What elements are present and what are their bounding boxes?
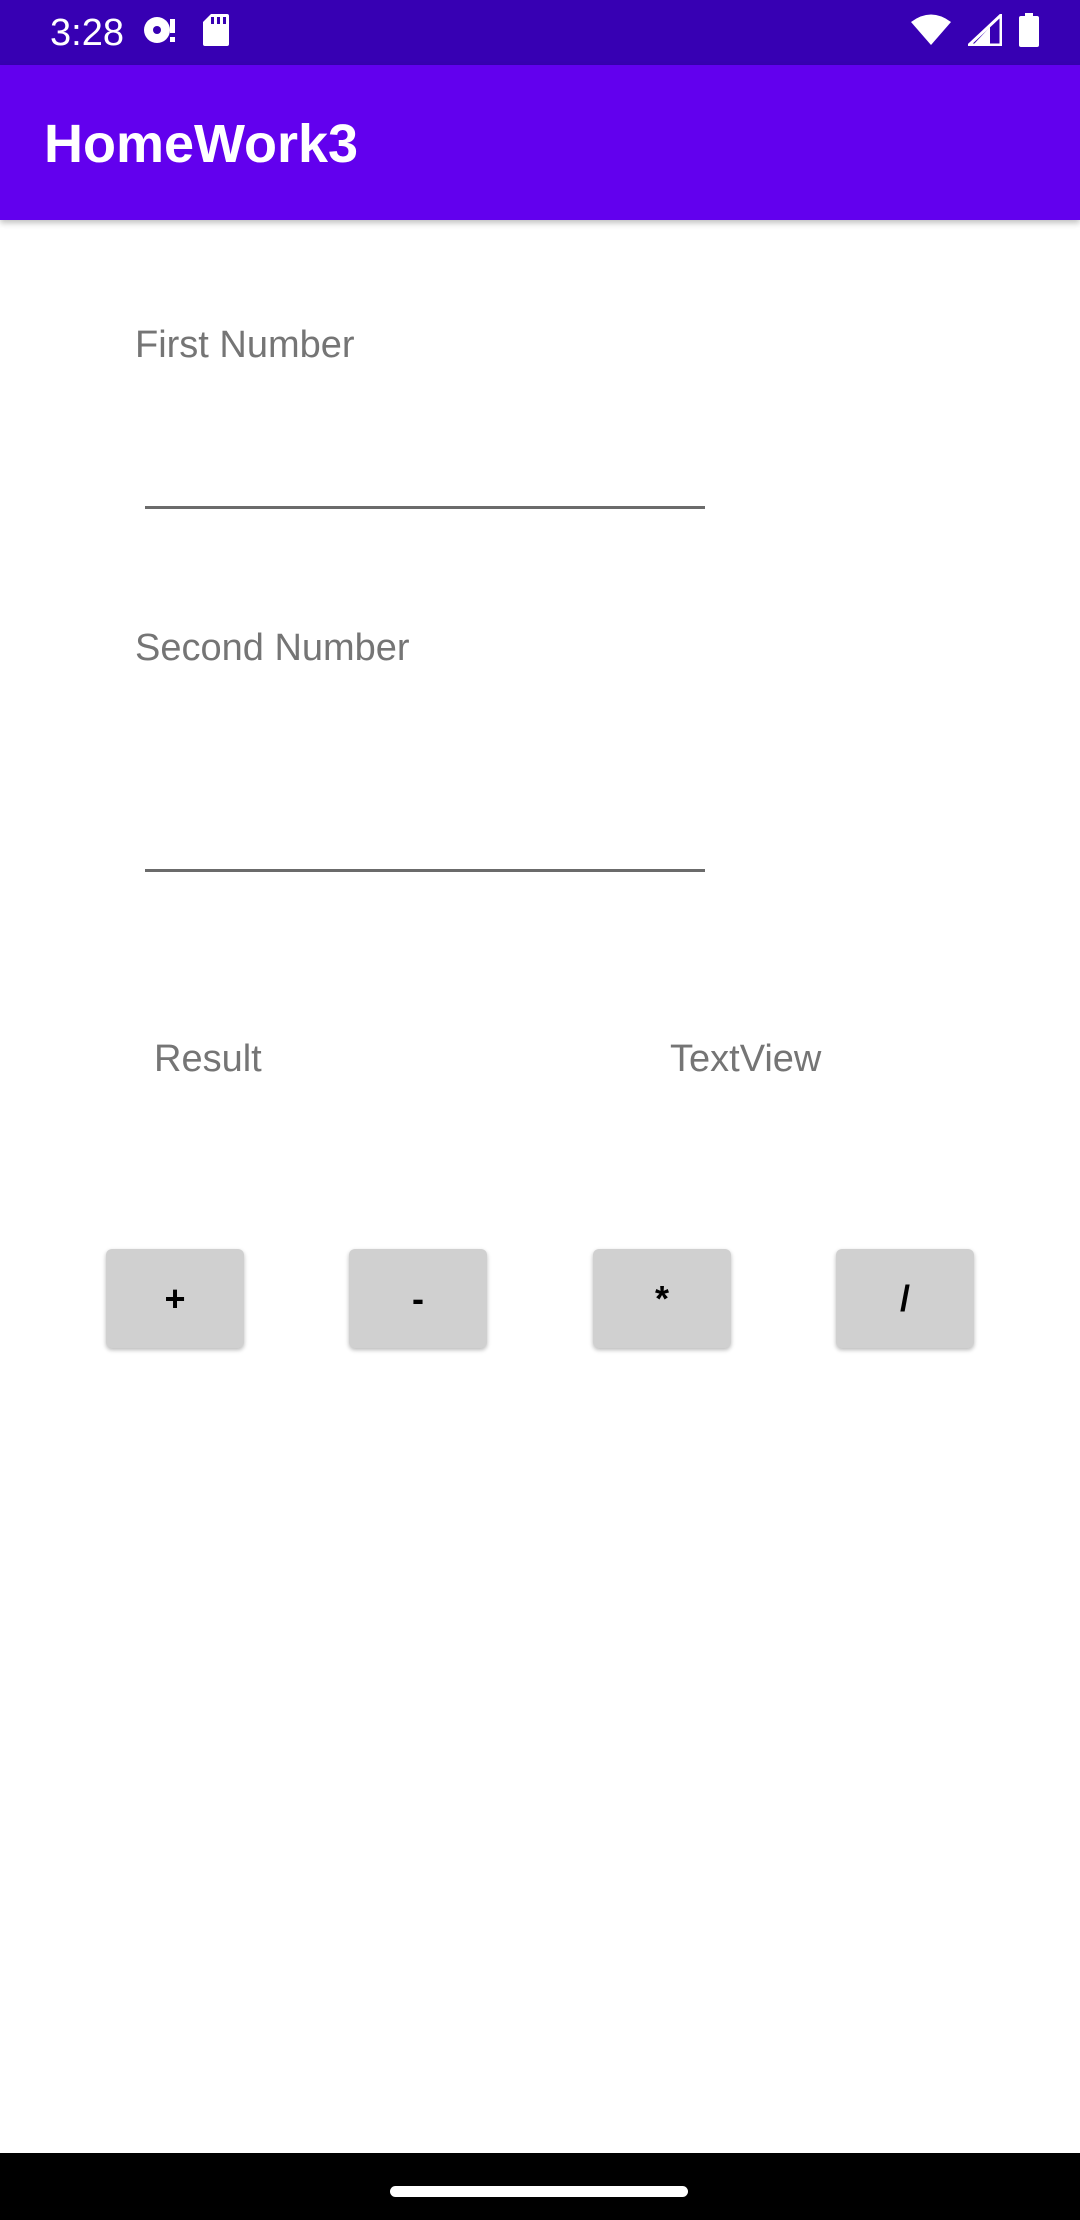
app-screen: 3:28 HomeWork3 First Number Second Numbe… bbox=[0, 0, 1080, 2220]
result-label: Result bbox=[154, 1038, 262, 1080]
media-icon bbox=[142, 13, 180, 52]
battery-icon bbox=[1018, 12, 1040, 52]
multiply-button[interactable]: * bbox=[593, 1249, 731, 1348]
second-number-input[interactable] bbox=[145, 799, 705, 872]
app-bar: HomeWork3 bbox=[0, 65, 1080, 220]
sd-card-icon bbox=[202, 13, 230, 52]
status-bar: 3:28 bbox=[0, 0, 1080, 65]
first-number-input[interactable] bbox=[145, 436, 705, 509]
wifi-icon bbox=[910, 14, 952, 51]
cell-signal-icon bbox=[965, 11, 1003, 51]
divide-button[interactable]: / bbox=[836, 1249, 974, 1348]
navigation-bar bbox=[0, 2153, 1080, 2220]
status-right-icons bbox=[910, 11, 1040, 52]
first-number-label: First Number bbox=[135, 324, 355, 366]
status-left-icons bbox=[142, 13, 230, 52]
result-value: TextView bbox=[670, 1038, 822, 1080]
app-title: HomeWork3 bbox=[44, 114, 359, 174]
subtract-button[interactable]: - bbox=[349, 1249, 487, 1348]
second-number-label: Second Number bbox=[135, 627, 410, 669]
status-time: 3:28 bbox=[50, 12, 124, 54]
home-gesture-handle[interactable] bbox=[390, 2186, 688, 2197]
add-button[interactable]: + bbox=[106, 1249, 244, 1348]
